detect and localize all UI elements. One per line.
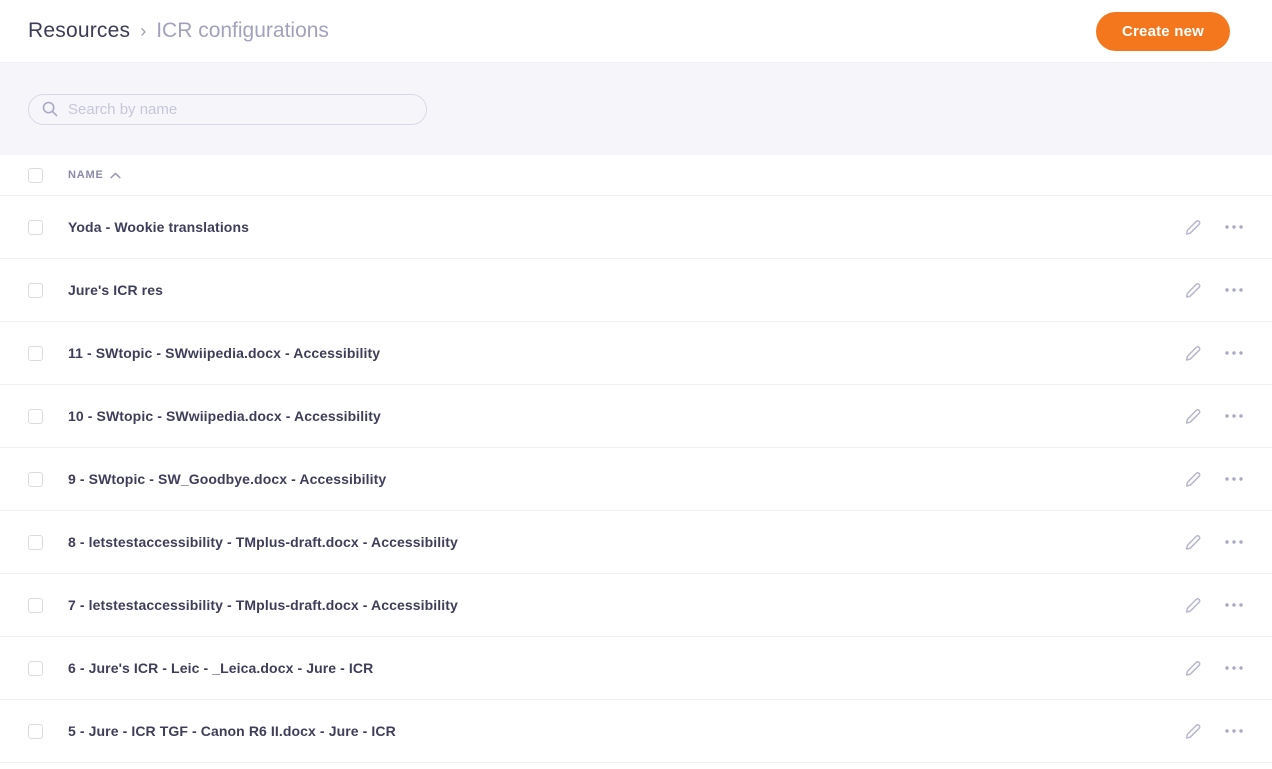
- table-row: 11 - SWtopic - SWwiipedia.docx - Accessi…: [0, 322, 1272, 385]
- edit-button[interactable]: [1181, 404, 1205, 428]
- more-options-button[interactable]: [1222, 467, 1246, 491]
- table-row: 10 - SWtopic - SWwiipedia.docx - Accessi…: [0, 385, 1272, 448]
- chevron-up-icon: [110, 172, 121, 179]
- table-body: Yoda - Wookie translations Jure's ICR re…: [0, 196, 1272, 763]
- row-actions: [1181, 341, 1246, 365]
- row-name-label: 10 - SWtopic - SWwiipedia.docx - Accessi…: [68, 408, 1181, 424]
- more-options-button[interactable]: [1222, 341, 1246, 365]
- ellipsis-icon: [1224, 728, 1244, 734]
- row-actions: [1181, 467, 1246, 491]
- table-row: 5 - Jure - ICR TGF - Canon R6 II.docx - …: [0, 700, 1272, 763]
- ellipsis-icon: [1224, 413, 1244, 419]
- top-bar: Resources › ICR configurations Create ne…: [0, 0, 1272, 63]
- more-options-button[interactable]: [1222, 719, 1246, 743]
- row-name-label: 9 - SWtopic - SW_Goodbye.docx - Accessib…: [68, 471, 1181, 487]
- more-options-button[interactable]: [1222, 593, 1246, 617]
- name-column-label: NAME: [68, 169, 104, 181]
- edit-button[interactable]: [1181, 719, 1205, 743]
- search-box[interactable]: [28, 94, 427, 125]
- more-options-button[interactable]: [1222, 278, 1246, 302]
- pencil-icon: [1183, 280, 1203, 300]
- ellipsis-icon: [1224, 665, 1244, 671]
- search-icon: [41, 100, 59, 118]
- more-options-button[interactable]: [1222, 530, 1246, 554]
- more-options-button[interactable]: [1222, 404, 1246, 428]
- row-name-label: 6 - Jure's ICR - Leic - _Leica.docx - Ju…: [68, 660, 1181, 676]
- row-name-label: Jure's ICR res: [68, 282, 1181, 298]
- pencil-icon: [1183, 721, 1203, 741]
- table-row: 9 - SWtopic - SW_Goodbye.docx - Accessib…: [0, 448, 1272, 511]
- ellipsis-icon: [1224, 287, 1244, 293]
- name-column-header[interactable]: NAME: [68, 169, 121, 181]
- table-row: 8 - letstestaccessibility - TMplus-draft…: [0, 511, 1272, 574]
- row-name-label: 11 - SWtopic - SWwiipedia.docx - Accessi…: [68, 345, 1181, 361]
- row-checkbox[interactable]: [28, 283, 43, 298]
- table-row: Yoda - Wookie translations: [0, 196, 1272, 259]
- table-row: Jure's ICR res: [0, 259, 1272, 322]
- ellipsis-icon: [1224, 350, 1244, 356]
- edit-button[interactable]: [1181, 278, 1205, 302]
- edit-button[interactable]: [1181, 656, 1205, 680]
- edit-button[interactable]: [1181, 530, 1205, 554]
- resources-table: NAME Yoda - Wookie translations: [0, 155, 1272, 763]
- row-checkbox[interactable]: [28, 346, 43, 361]
- search-section: [0, 63, 1272, 155]
- breadcrumb-current-page: ICR configurations: [156, 19, 329, 43]
- create-new-button[interactable]: Create new: [1096, 12, 1230, 51]
- ellipsis-icon: [1224, 224, 1244, 230]
- pencil-icon: [1183, 595, 1203, 615]
- breadcrumb-resources-link[interactable]: Resources: [28, 19, 130, 43]
- table-row: 7 - letstestaccessibility - TMplus-draft…: [0, 574, 1272, 637]
- pencil-icon: [1183, 343, 1203, 363]
- table-row: 6 - Jure's ICR - Leic - _Leica.docx - Ju…: [0, 637, 1272, 700]
- row-checkbox[interactable]: [28, 409, 43, 424]
- row-checkbox[interactable]: [28, 220, 43, 235]
- edit-button[interactable]: [1181, 215, 1205, 239]
- row-actions: [1181, 404, 1246, 428]
- row-checkbox[interactable]: [28, 724, 43, 739]
- pencil-icon: [1183, 469, 1203, 489]
- row-actions: [1181, 656, 1246, 680]
- row-checkbox[interactable]: [28, 535, 43, 550]
- row-name-label: 5 - Jure - ICR TGF - Canon R6 II.docx - …: [68, 723, 1181, 739]
- pencil-icon: [1183, 532, 1203, 552]
- search-input[interactable]: [68, 101, 414, 118]
- row-actions: [1181, 215, 1246, 239]
- pencil-icon: [1183, 406, 1203, 426]
- table-header-row: NAME: [0, 155, 1272, 196]
- more-options-button[interactable]: [1222, 215, 1246, 239]
- pencil-icon: [1183, 217, 1203, 237]
- breadcrumb-separator: ›: [140, 21, 146, 42]
- more-options-button[interactable]: [1222, 656, 1246, 680]
- edit-button[interactable]: [1181, 341, 1205, 365]
- select-all-checkbox[interactable]: [28, 168, 43, 183]
- ellipsis-icon: [1224, 602, 1244, 608]
- edit-button[interactable]: [1181, 467, 1205, 491]
- row-name-label: Yoda - Wookie translations: [68, 219, 1181, 235]
- row-actions: [1181, 278, 1246, 302]
- row-checkbox[interactable]: [28, 661, 43, 676]
- ellipsis-icon: [1224, 539, 1244, 545]
- row-checkbox[interactable]: [28, 472, 43, 487]
- breadcrumb: Resources › ICR configurations: [28, 19, 329, 43]
- ellipsis-icon: [1224, 476, 1244, 482]
- row-actions: [1181, 530, 1246, 554]
- row-actions: [1181, 719, 1246, 743]
- row-name-label: 7 - letstestaccessibility - TMplus-draft…: [68, 597, 1181, 613]
- row-actions: [1181, 593, 1246, 617]
- edit-button[interactable]: [1181, 593, 1205, 617]
- row-name-label: 8 - letstestaccessibility - TMplus-draft…: [68, 534, 1181, 550]
- row-checkbox[interactable]: [28, 598, 43, 613]
- pencil-icon: [1183, 658, 1203, 678]
